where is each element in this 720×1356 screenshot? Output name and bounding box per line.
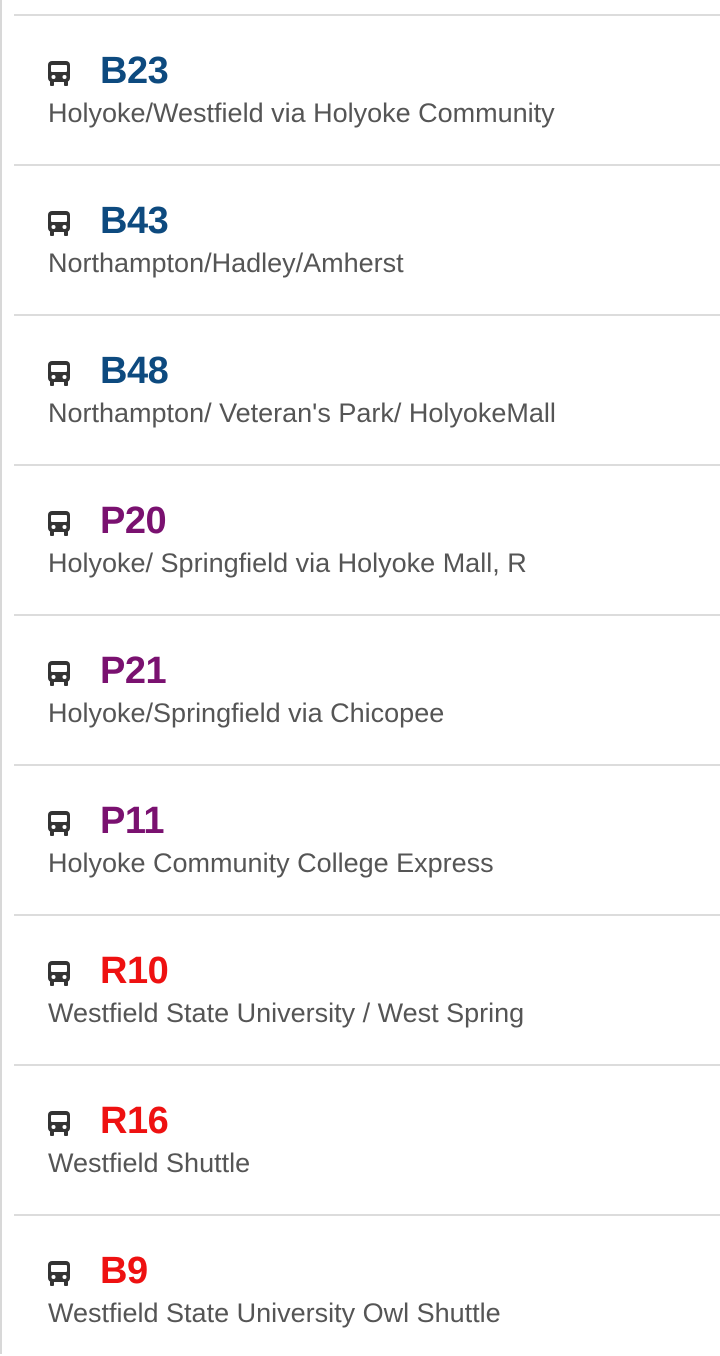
route-code: B48 [100,350,169,392]
route-code: P11 [100,800,165,842]
bus-icon [48,211,70,236]
bus-icon [48,1111,70,1136]
route-name: Westfield Shuttle [48,1148,251,1178]
route-name: Holyoke/Westfield via Holyoke Community [48,98,555,128]
route-item-p21[interactable]: P21 Holyoke/Springfield via Chicopee [14,616,720,766]
bus-icon [48,61,70,86]
route-item-p20[interactable]: P20 Holyoke/ Springfield via Holyoke Mal… [14,466,720,616]
route-code: B9 [100,1250,148,1292]
route-name: Holyoke/ Springfield via Holyoke Mall, R [48,548,527,578]
route-name: Holyoke Community College Express [48,848,494,878]
route-code: P21 [100,650,167,692]
route-item-r10[interactable]: R10 Westfield State University / West Sp… [14,916,720,1066]
route-item-p11[interactable]: P11 Holyoke Community College Express [14,766,720,916]
route-name: Northampton/ Veteran's Park/ HolyokeMall [48,398,556,428]
route-name: Westfield State University / West Spring [48,998,525,1028]
route-code: P20 [100,500,167,542]
bus-icon [48,511,70,536]
route-item-b48[interactable]: B48 Northampton/ Veteran's Park/ Holyoke… [14,316,720,466]
route-name: Holyoke/Springfield via Chicopee [48,698,445,728]
bus-icon [48,811,70,836]
bus-icon [48,661,70,686]
route-code: B43 [100,200,169,242]
route-list: B23 Holyoke/Westfield via Holyoke Commun… [0,0,720,1354]
route-item-b23[interactable]: B23 Holyoke/Westfield via Holyoke Commun… [14,16,720,166]
route-code: R10 [100,950,169,992]
route-code: R16 [100,1100,169,1142]
route-item-r16[interactable]: R16 Westfield Shuttle [14,1066,720,1216]
bus-icon [48,961,70,986]
route-code: B23 [100,50,169,92]
route-name: Northampton/Hadley/Amherst [48,248,404,278]
route-name: Westfield State University Owl Shuttle [48,1298,501,1328]
bus-icon [48,361,70,386]
route-item-b43[interactable]: B43 Northampton/Hadley/Amherst [14,166,720,316]
route-item-b9[interactable]: B9 Westfield State University Owl Shuttl… [14,1216,720,1356]
bus-icon [48,1261,70,1286]
